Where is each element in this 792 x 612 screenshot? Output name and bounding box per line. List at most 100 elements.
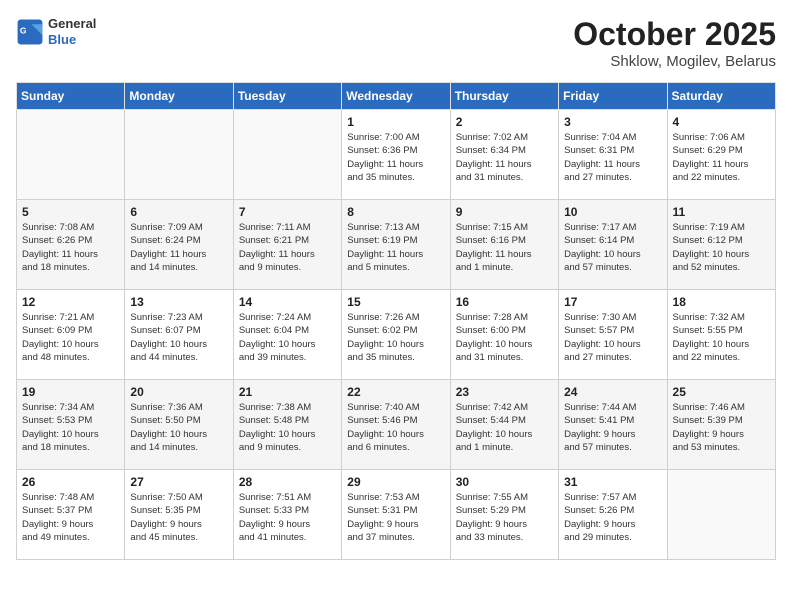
calendar-cell: 14 Sunrise: 7:24 AM Sunset: 6:04 PM Dayli… (233, 290, 341, 380)
calendar-cell: 9 Sunrise: 7:15 AM Sunset: 6:16 PM Daylig… (450, 200, 558, 290)
calendar-week-row: 12 Sunrise: 7:21 AM Sunset: 6:09 PM Dayli… (17, 290, 776, 380)
day-detail: Sunrise: 7:13 AM Sunset: 6:19 PM Dayligh… (347, 221, 444, 274)
calendar-cell: 20 Sunrise: 7:36 AM Sunset: 5:50 PM Dayli… (125, 380, 233, 470)
weekday-header-row: SundayMondayTuesdayWednesdayThursdayFrid… (17, 83, 776, 110)
calendar-cell: 26 Sunrise: 7:48 AM Sunset: 5:37 PM Dayli… (17, 470, 125, 560)
calendar-cell: 31 Sunrise: 7:57 AM Sunset: 5:26 PM Dayli… (559, 470, 667, 560)
day-detail: Sunrise: 7:50 AM Sunset: 5:35 PM Dayligh… (130, 491, 227, 544)
calendar-cell: 13 Sunrise: 7:23 AM Sunset: 6:07 PM Dayli… (125, 290, 233, 380)
day-detail: Sunrise: 7:09 AM Sunset: 6:24 PM Dayligh… (130, 221, 227, 274)
day-number: 1 (347, 115, 444, 129)
day-number: 5 (22, 205, 119, 219)
calendar-cell: 4Sunrise: 7:06 AM Sunset: 6:29 PM Daylig… (667, 110, 775, 200)
day-detail: Sunrise: 7:48 AM Sunset: 5:37 PM Dayligh… (22, 491, 119, 544)
day-detail: Sunrise: 7:30 AM Sunset: 5:57 PM Dayligh… (564, 311, 661, 364)
day-detail: Sunrise: 7:57 AM Sunset: 5:26 PM Dayligh… (564, 491, 661, 544)
calendar-cell: 3 Sunrise: 7:04 AM Sunset: 6:31 PM Daylig… (559, 110, 667, 200)
day-detail: Sunrise: 7:24 AM Sunset: 6:04 PM Dayligh… (239, 311, 336, 364)
page-title: October 2025 (573, 16, 776, 53)
day-number: 12 (22, 295, 119, 309)
calendar-week-row: 26 Sunrise: 7:48 AM Sunset: 5:37 PM Dayli… (17, 470, 776, 560)
day-number: 28 (239, 475, 336, 489)
day-number: 4 (673, 115, 770, 129)
day-detail: Sunrise: 7:08 AM Sunset: 6:26 PM Dayligh… (22, 221, 119, 274)
calendar-cell (233, 110, 341, 200)
day-number: 15 (347, 295, 444, 309)
day-number: 23 (456, 385, 553, 399)
weekday-header: Friday (559, 83, 667, 110)
weekday-header: Wednesday (342, 83, 450, 110)
calendar-table: SundayMondayTuesdayWednesdayThursdayFrid… (16, 82, 776, 560)
day-number: 31 (564, 475, 661, 489)
day-detail: Sunrise: 7:02 AM Sunset: 6:34 PM Dayligh… (456, 131, 553, 184)
day-detail: Sunrise: 7:17 AM Sunset: 6:14 PM Dayligh… (564, 221, 661, 274)
logo-line1: General (48, 16, 96, 32)
day-detail: Sunrise: 7:28 AM Sunset: 6:00 PM Dayligh… (456, 311, 553, 364)
calendar-cell: 10 Sunrise: 7:17 AM Sunset: 6:14 PM Dayli… (559, 200, 667, 290)
day-detail: Sunrise: 7:34 AM Sunset: 5:53 PM Dayligh… (22, 401, 119, 454)
page-subtitle: Shklow, Mogilev, Belarus (573, 53, 776, 70)
day-number: 29 (347, 475, 444, 489)
day-number: 6 (130, 205, 227, 219)
day-detail: Sunrise: 7:21 AM Sunset: 6:09 PM Dayligh… (22, 311, 119, 364)
calendar-cell: 29Sunrise: 7:53 AM Sunset: 5:31 PM Dayli… (342, 470, 450, 560)
day-number: 18 (673, 295, 770, 309)
calendar-cell: 6 Sunrise: 7:09 AM Sunset: 6:24 PM Daylig… (125, 200, 233, 290)
calendar-cell: 23 Sunrise: 7:42 AM Sunset: 5:44 PM Dayli… (450, 380, 558, 470)
day-detail: Sunrise: 7:42 AM Sunset: 5:44 PM Dayligh… (456, 401, 553, 454)
calendar-cell: 2 Sunrise: 7:02 AM Sunset: 6:34 PM Daylig… (450, 110, 558, 200)
calendar-cell: 19 Sunrise: 7:34 AM Sunset: 5:53 PM Dayli… (17, 380, 125, 470)
day-detail: Sunrise: 7:36 AM Sunset: 5:50 PM Dayligh… (130, 401, 227, 454)
day-number: 19 (22, 385, 119, 399)
logo-icon: G (16, 18, 44, 46)
calendar-cell: 22Sunrise: 7:40 AM Sunset: 5:46 PM Dayli… (342, 380, 450, 470)
logo-line2: Blue (48, 32, 96, 48)
calendar-week-row: 1 Sunrise: 7:00 AM Sunset: 6:36 PM Daylig… (17, 110, 776, 200)
day-number: 25 (673, 385, 770, 399)
day-number: 3 (564, 115, 661, 129)
calendar-cell: 5 Sunrise: 7:08 AM Sunset: 6:26 PM Daylig… (17, 200, 125, 290)
day-number: 9 (456, 205, 553, 219)
page-header: G General Blue October 2025 Shklow, Mogi… (16, 16, 776, 70)
day-detail: Sunrise: 7:15 AM Sunset: 6:16 PM Dayligh… (456, 221, 553, 274)
day-detail: Sunrise: 7:19 AM Sunset: 6:12 PM Dayligh… (673, 221, 770, 274)
calendar-cell: 15 Sunrise: 7:26 AM Sunset: 6:02 PM Dayli… (342, 290, 450, 380)
day-detail: Sunrise: 7:46 AM Sunset: 5:39 PM Dayligh… (673, 401, 770, 454)
day-detail: Sunrise: 7:00 AM Sunset: 6:36 PM Dayligh… (347, 131, 444, 184)
day-number: 30 (456, 475, 553, 489)
day-number: 2 (456, 115, 553, 129)
weekday-header: Saturday (667, 83, 775, 110)
calendar-cell (125, 110, 233, 200)
calendar-cell: 7Sunrise: 7:11 AM Sunset: 6:21 PM Daylig… (233, 200, 341, 290)
calendar-cell: 1 Sunrise: 7:00 AM Sunset: 6:36 PM Daylig… (342, 110, 450, 200)
weekday-header: Monday (125, 83, 233, 110)
day-number: 24 (564, 385, 661, 399)
calendar-cell: 16 Sunrise: 7:28 AM Sunset: 6:00 PM Dayli… (450, 290, 558, 380)
day-detail: Sunrise: 7:23 AM Sunset: 6:07 PM Dayligh… (130, 311, 227, 364)
calendar-week-row: 5 Sunrise: 7:08 AM Sunset: 6:26 PM Daylig… (17, 200, 776, 290)
day-detail: Sunrise: 7:26 AM Sunset: 6:02 PM Dayligh… (347, 311, 444, 364)
day-detail: Sunrise: 7:32 AM Sunset: 5:55 PM Dayligh… (673, 311, 770, 364)
day-number: 20 (130, 385, 227, 399)
day-detail: Sunrise: 7:04 AM Sunset: 6:31 PM Dayligh… (564, 131, 661, 184)
day-number: 26 (22, 475, 119, 489)
weekday-header: Thursday (450, 83, 558, 110)
calendar-cell: 21Sunrise: 7:38 AM Sunset: 5:48 PM Dayli… (233, 380, 341, 470)
calendar-week-row: 19 Sunrise: 7:34 AM Sunset: 5:53 PM Dayli… (17, 380, 776, 470)
day-number: 10 (564, 205, 661, 219)
calendar-cell: 12 Sunrise: 7:21 AM Sunset: 6:09 PM Dayli… (17, 290, 125, 380)
day-detail: Sunrise: 7:38 AM Sunset: 5:48 PM Dayligh… (239, 401, 336, 454)
calendar-cell: 11 Sunrise: 7:19 AM Sunset: 6:12 PM Dayli… (667, 200, 775, 290)
day-number: 11 (673, 205, 770, 219)
day-number: 13 (130, 295, 227, 309)
calendar-cell: 28Sunrise: 7:51 AM Sunset: 5:33 PM Dayli… (233, 470, 341, 560)
day-number: 22 (347, 385, 444, 399)
day-number: 16 (456, 295, 553, 309)
calendar-cell (667, 470, 775, 560)
day-number: 7 (239, 205, 336, 219)
weekday-header: Sunday (17, 83, 125, 110)
day-number: 14 (239, 295, 336, 309)
calendar-cell: 24Sunrise: 7:44 AM Sunset: 5:41 PM Dayli… (559, 380, 667, 470)
day-number: 17 (564, 295, 661, 309)
calendar-cell: 25 Sunrise: 7:46 AM Sunset: 5:39 PM Dayli… (667, 380, 775, 470)
